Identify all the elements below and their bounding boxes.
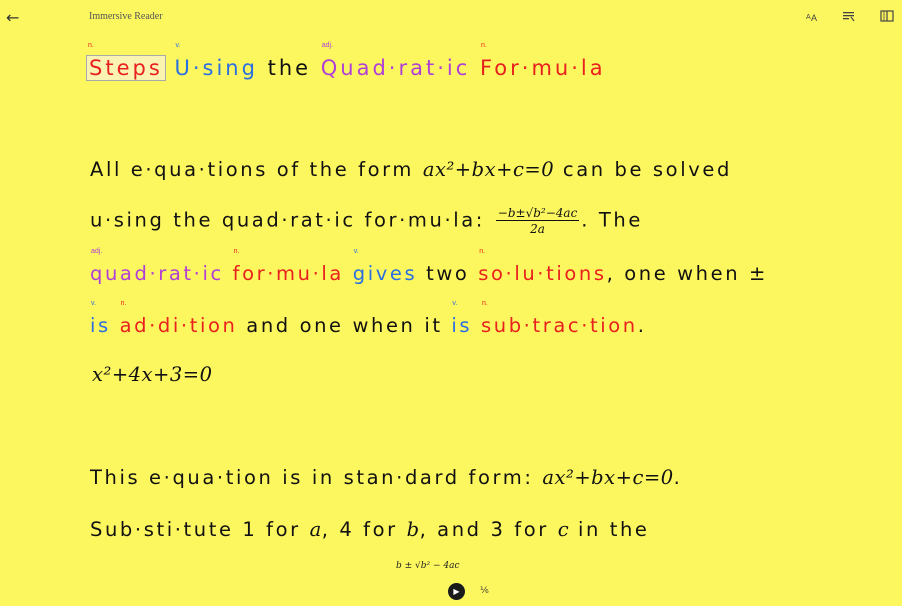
document-title: n. Steps v. U·sing the adj. Quad·rat·ic n. F…	[86, 42, 850, 81]
app-title: Immersive Reader	[89, 11, 163, 22]
grammar-options-icon[interactable]	[842, 10, 856, 22]
title-word-quadratic[interactable]: adj. Quad·rat·ic	[321, 42, 471, 80]
svg-text:A: A	[811, 13, 817, 22]
text-run[interactable]: .	[674, 466, 683, 489]
back-arrow-icon[interactable]: ←	[6, 8, 19, 27]
text-run[interactable]: , and 3 for	[420, 518, 549, 541]
word-is[interactable]: v. is	[90, 300, 111, 337]
variable-a[interactable]: a	[310, 518, 322, 541]
voice-speed-icon[interactable]: ⅙	[480, 586, 489, 596]
quadratic-formula-fraction[interactable]: −b±√b²−4ac 2a	[495, 206, 580, 236]
reading-preferences-icon[interactable]	[880, 10, 894, 22]
paragraph-line-4: v. is n. ad·di·tion and one when it v. is n…	[90, 300, 647, 337]
paragraph-line-2: u·sing the quad·rat·ic for·mu·la: −b±√b²…	[90, 206, 643, 236]
variable-b[interactable]: b	[407, 518, 420, 541]
partially-visible-formula: b ± √b² − 4ac	[396, 561, 460, 571]
word-is-2[interactable]: v. is	[451, 300, 472, 337]
text-size-icon[interactable]: AA	[806, 10, 818, 22]
text-run[interactable]: in the	[578, 518, 650, 541]
text-run[interactable]: , one when ±	[607, 262, 768, 285]
text-run[interactable]: All e·qua·tions of the form	[90, 158, 414, 181]
text-run[interactable]: and one when it	[246, 314, 442, 337]
word-solutions[interactable]: n. so·lu·tions	[478, 248, 606, 285]
text-run[interactable]: , 4 for	[322, 518, 398, 541]
word-formula[interactable]: n. for·mu·la	[233, 248, 344, 285]
title-word-using[interactable]: v. U·sing	[174, 42, 257, 80]
text-run[interactable]: .	[638, 314, 647, 337]
word-addition[interactable]: n. ad·di·tion	[120, 300, 238, 337]
word-gives[interactable]: v. gives	[353, 248, 418, 285]
title-word-steps[interactable]: n. Steps	[86, 42, 166, 81]
title-word-the[interactable]: the	[268, 56, 311, 80]
text-run[interactable]: two	[426, 262, 469, 285]
text-run[interactable]: u·sing the quad·rat·ic for·mu·la:	[90, 209, 485, 232]
word-quadratic[interactable]: adj. quad·rat·ic	[90, 248, 224, 285]
title-word-formula[interactable]: n. For·mu·la	[480, 42, 606, 80]
equation-inline[interactable]: ax²+bx+c=0	[423, 158, 554, 181]
paragraph-line-3: adj. quad·rat·ic n. for·mu·la v. gives two …	[90, 248, 768, 285]
equation-block[interactable]: x²+4x+3=0	[92, 363, 213, 386]
paragraph-line-6: Sub·sti·tute 1 for a, 4 for b, and 3 for…	[90, 518, 650, 541]
paragraph-line-5: This e·qua·tion is in stan·dard form: ax…	[90, 466, 682, 489]
paragraph-line-1: All e·qua·tions of the form ax²+bx+c=0 c…	[90, 158, 732, 181]
equation-inline[interactable]: ax²+bx+c=0	[542, 466, 673, 489]
variable-c[interactable]: c	[558, 518, 569, 541]
text-run[interactable]: This e·qua·tion is in stan·dard form:	[90, 466, 534, 489]
text-run[interactable]: Sub·sti·tute 1 for	[90, 518, 301, 541]
reading-content: n. Steps v. U·sing the adj. Quad·rat·ic n. F…	[86, 42, 850, 541]
text-run[interactable]: can be solved	[563, 158, 732, 181]
top-bar: ← Immersive Reader AA	[0, 0, 902, 36]
word-subtraction[interactable]: n. sub·trac·tion	[481, 300, 638, 337]
text-run[interactable]: . The	[581, 209, 643, 232]
play-icon[interactable]: ▶	[448, 583, 465, 600]
